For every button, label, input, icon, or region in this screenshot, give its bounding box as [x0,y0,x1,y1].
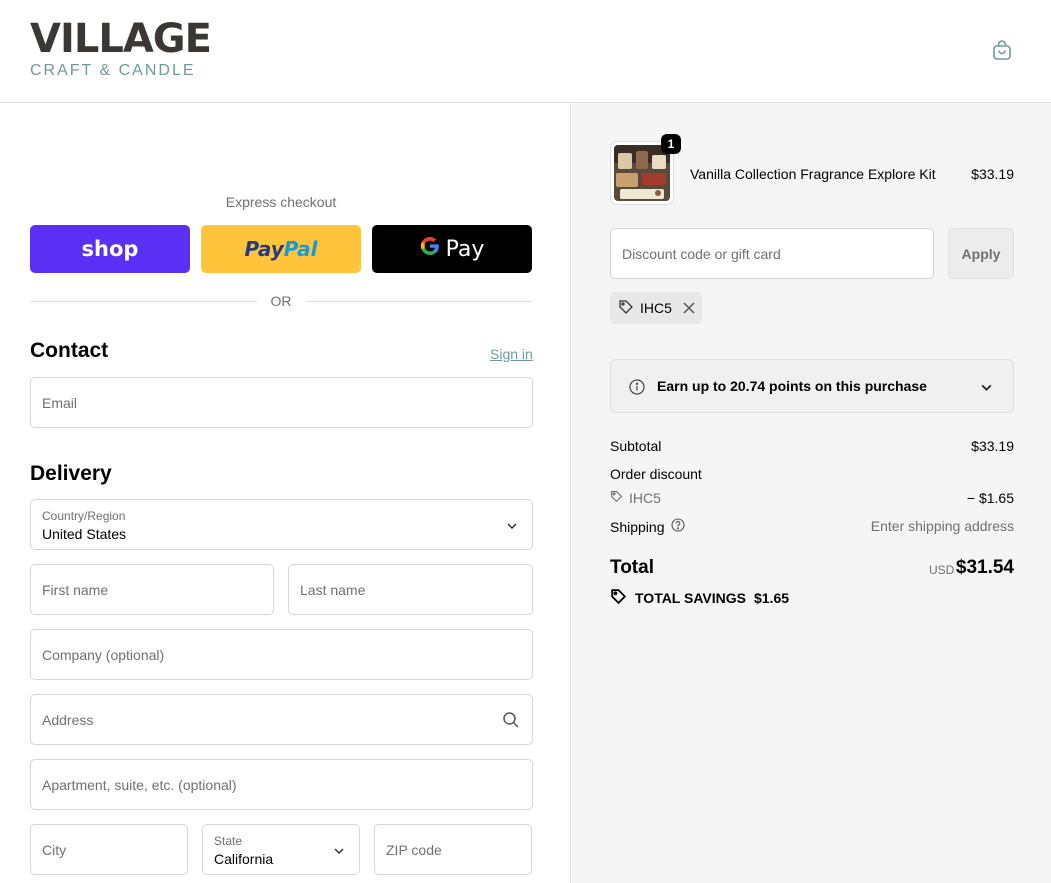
shop-pay-label: shop [81,237,139,261]
order-discount-row: Order discount [610,466,1014,482]
or-divider: OR [30,292,532,310]
subtotal-label: Subtotal [610,438,662,454]
last-name-placeholder: Last name [300,582,366,598]
first-name-placeholder: First name [42,582,109,598]
checkout-form-column: Express checkout shop Pay Pal Pay OR Cont… [0,103,571,883]
divider-line [30,300,257,302]
paypal-label-part1: Pay [244,237,284,261]
state-label: State [214,834,243,848]
express-checkout-title: Express checkout [225,194,337,210]
google-pay-button[interactable]: Pay [372,225,532,273]
company-placeholder: Company (optional) [42,647,165,663]
brand-logo[interactable]: VILLAGE CRAFT & CANDLE [30,16,212,80]
shop-pay-button[interactable]: shop [30,225,190,273]
email-placeholder: Email [42,395,78,411]
chevron-down-icon [980,381,993,394]
tag-icon [610,588,627,608]
savings-value: $1.65 [753,590,790,606]
total-savings-row: TOTAL SAVINGS $1.65 [610,588,789,608]
city-placeholder: City [42,842,67,858]
country-label: Country/Region [42,509,126,523]
city-field[interactable]: City [30,824,188,875]
address-field[interactable]: Address [30,694,533,745]
product-thumbnail: 1 [610,134,681,205]
first-name-field[interactable]: First name [30,564,274,615]
apply-discount-button[interactable]: Apply [948,228,1014,279]
order-discount-label: Order discount [610,466,702,482]
rewards-points-text: Earn up to 20.74 points on this purchase [657,378,927,394]
rewards-points-accordion[interactable]: Earn up to 20.74 points on this purchase [610,359,1014,413]
country-select[interactable]: Country/Region United States [30,499,533,550]
paypal-button[interactable]: Pay Pal [201,225,361,273]
logo-main-text: VILLAGE [30,16,212,62]
google-g-icon [420,236,440,262]
zip-field[interactable]: ZIP code [374,824,532,875]
google-pay-label: Pay [445,236,485,262]
product-image [614,145,670,201]
apartment-field[interactable]: Apartment, suite, etc. (optional) [30,759,533,810]
order-summary-column: 1 Vanilla Collection Fragrance Explore K… [572,103,1051,883]
applied-discount-chip: IHC5 [610,292,702,324]
product-name: Vanilla Collection Fragrance Explore Kit [690,166,936,182]
apartment-placeholder: Apartment, suite, etc. (optional) [42,777,237,793]
state-select[interactable]: State California [202,824,360,875]
site-header: VILLAGE CRAFT & CANDLE [0,0,1051,103]
email-field[interactable]: Email [30,377,533,428]
search-icon [502,711,520,729]
logo-sub-text: CRAFT & CANDLE [30,62,196,79]
contact-title: Contact [30,339,109,362]
country-value: United States [42,526,127,542]
company-field[interactable]: Company (optional) [30,629,533,680]
last-name-field[interactable]: Last name [288,564,533,615]
shipping-row: Shipping Enter shipping address [610,518,1014,535]
subtotal-value: $33.19 [971,438,1014,454]
savings-label: TOTAL SAVINGS [635,590,746,606]
state-value: California [214,851,274,867]
address-placeholder: Address [42,712,94,728]
chevron-down-icon [333,844,345,856]
discount-code-label: IHC5 [629,490,661,506]
shipping-label: Shipping [610,518,665,535]
tag-icon [618,299,634,318]
paypal-label-part2: Pal [283,237,318,261]
discount-code-input[interactable]: Discount code or gift card [610,228,934,279]
subtotal-row: Subtotal $33.19 [610,438,1014,454]
total-label: Total [610,557,654,578]
discount-detail-row: IHC5 − $1.65 [610,490,1014,506]
or-label: OR [270,293,292,309]
tag-icon [610,490,623,506]
total-value: $31.54 [955,557,1014,578]
info-icon [629,379,645,395]
zip-placeholder: ZIP code [386,842,442,858]
delivery-title: Delivery [30,462,112,485]
product-price: $33.19 [971,166,1014,182]
chevron-down-icon [506,519,518,531]
discount-placeholder: Discount code or gift card [622,246,781,262]
divider-line [305,300,532,302]
discount-amount: − $1.65 [966,490,1014,506]
shopping-bag-icon[interactable] [990,38,1014,62]
shipping-value: Enter shipping address [870,518,1014,534]
quantity-badge: 1 [661,134,681,154]
help-icon[interactable] [670,518,685,535]
total-currency: USD [929,563,955,577]
close-icon[interactable] [682,301,696,315]
sign-in-link[interactable]: Sign in [490,346,533,362]
applied-code-label: IHC5 [640,300,672,316]
